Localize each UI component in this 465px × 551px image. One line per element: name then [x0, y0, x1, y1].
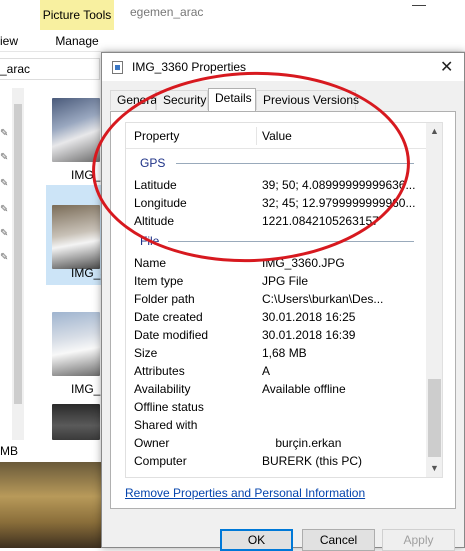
row-property: Date created [134, 310, 203, 324]
ribbon: Picture Tools Manage iew egemen_arac — [0, 0, 465, 52]
pin-icon[interactable]: ✎ [0, 252, 8, 263]
picture-tools-context-tab[interactable]: Picture Tools [40, 0, 114, 30]
status-bar-size: MB [0, 444, 18, 458]
column-header-property[interactable]: Property [134, 129, 179, 143]
column-header-value[interactable]: Value [262, 129, 292, 143]
row-property: Offline status [134, 400, 204, 414]
row-value: C:\Users\burkan\Des... [262, 292, 384, 306]
row-property: Longitude [134, 196, 187, 210]
tab-manage[interactable]: Manage [40, 30, 114, 52]
row-value: burçin.erkan [262, 436, 342, 450]
chevron-up-icon[interactable]: ▲ [426, 123, 442, 140]
jpg-file-icon [112, 61, 123, 74]
chevron-down-icon[interactable]: ▼ [426, 460, 442, 477]
row-value: IMG_3360.JPG [262, 256, 345, 270]
row-value: BURERK (this PC) [262, 454, 363, 468]
row-property: Date modified [134, 328, 209, 342]
group-divider [168, 241, 414, 242]
row-property: Attributes [134, 364, 185, 378]
pin-icon[interactable]: ✎ [0, 204, 8, 215]
thumbnail-image[interactable] [52, 205, 100, 269]
properties-list[interactable]: Property Value GPS Latitude 39; 50; 4.08… [125, 122, 443, 478]
tab-general[interactable]: General [110, 90, 160, 110]
explorer-window-title: egemen_arac [130, 5, 204, 19]
row-property: Computer [134, 454, 187, 468]
row-property: Size [134, 346, 158, 360]
dialog-titlebar[interactable]: IMG_3360 Properties ✕ [102, 53, 464, 81]
group-divider [176, 163, 414, 164]
address-bar-text: _arac [0, 62, 31, 76]
group-header-file: File [140, 234, 160, 248]
row-value: 1221.0842105263157 [262, 214, 379, 228]
row-value: 39; 50; 4.08999999999636... [262, 178, 416, 192]
row-value: JPG File [262, 274, 309, 288]
thumbnail-image[interactable] [52, 404, 100, 440]
properties-dialog: IMG_3360 Properties ✕ General Security D… [101, 52, 465, 551]
pin-icon[interactable]: ✎ [0, 152, 8, 163]
group-header-gps: GPS [140, 156, 166, 170]
nav-scrollbar-thumb[interactable] [14, 104, 22, 404]
tab-security[interactable]: Security [156, 90, 208, 110]
row-property: Availability [134, 382, 191, 396]
row-property: Item type [134, 274, 184, 288]
pin-icon[interactable]: ✎ [0, 228, 8, 239]
remove-properties-link[interactable]: Remove Properties and Personal Informati… [125, 486, 365, 500]
row-value: Available offline [262, 382, 346, 396]
row-value: 30.01.2018 16:39 [262, 328, 356, 342]
row-value: 1,68 MB [262, 346, 307, 360]
thumbnail-image[interactable] [52, 98, 100, 162]
row-value: 30.01.2018 16:25 [262, 310, 356, 324]
minimize-icon[interactable]: — [412, 0, 426, 12]
row-property: Latitude [134, 178, 177, 192]
thumbnail-image[interactable] [52, 312, 100, 376]
thumbnail-label[interactable]: IMG_ [71, 382, 100, 396]
row-property: Altitude [134, 214, 175, 228]
tab-view[interactable]: iew [0, 30, 26, 52]
list-vertical-scrollbar[interactable]: ▲ ▼ [426, 123, 442, 477]
details-panel: Property Value GPS Latitude 39; 50; 4.08… [110, 111, 456, 509]
tab-strip: General Security Details Previous Versio… [110, 88, 456, 112]
tab-previous-versions[interactable]: Previous Versions [256, 90, 359, 110]
row-property: Folder path [134, 292, 195, 306]
thumbnail-label[interactable]: IMG_ [71, 168, 100, 182]
row-property: Name [134, 256, 167, 270]
desktop-wallpaper [0, 462, 110, 548]
row-property: Owner [134, 436, 170, 450]
row-value: 32; 45; 12.9799999999960... [262, 196, 416, 210]
pin-icon[interactable]: ✎ [0, 128, 8, 139]
row-property: Shared with [134, 418, 198, 432]
close-icon[interactable]: ✕ [440, 57, 453, 77]
pin-icon[interactable]: ✎ [0, 178, 8, 189]
list-header: Property Value [126, 123, 426, 149]
dialog-title: IMG_3360 Properties [132, 60, 247, 74]
row-value: A [262, 364, 271, 378]
tab-details[interactable]: Details [208, 88, 256, 111]
column-separator[interactable] [256, 127, 257, 145]
scrollbar-thumb[interactable] [428, 379, 441, 457]
